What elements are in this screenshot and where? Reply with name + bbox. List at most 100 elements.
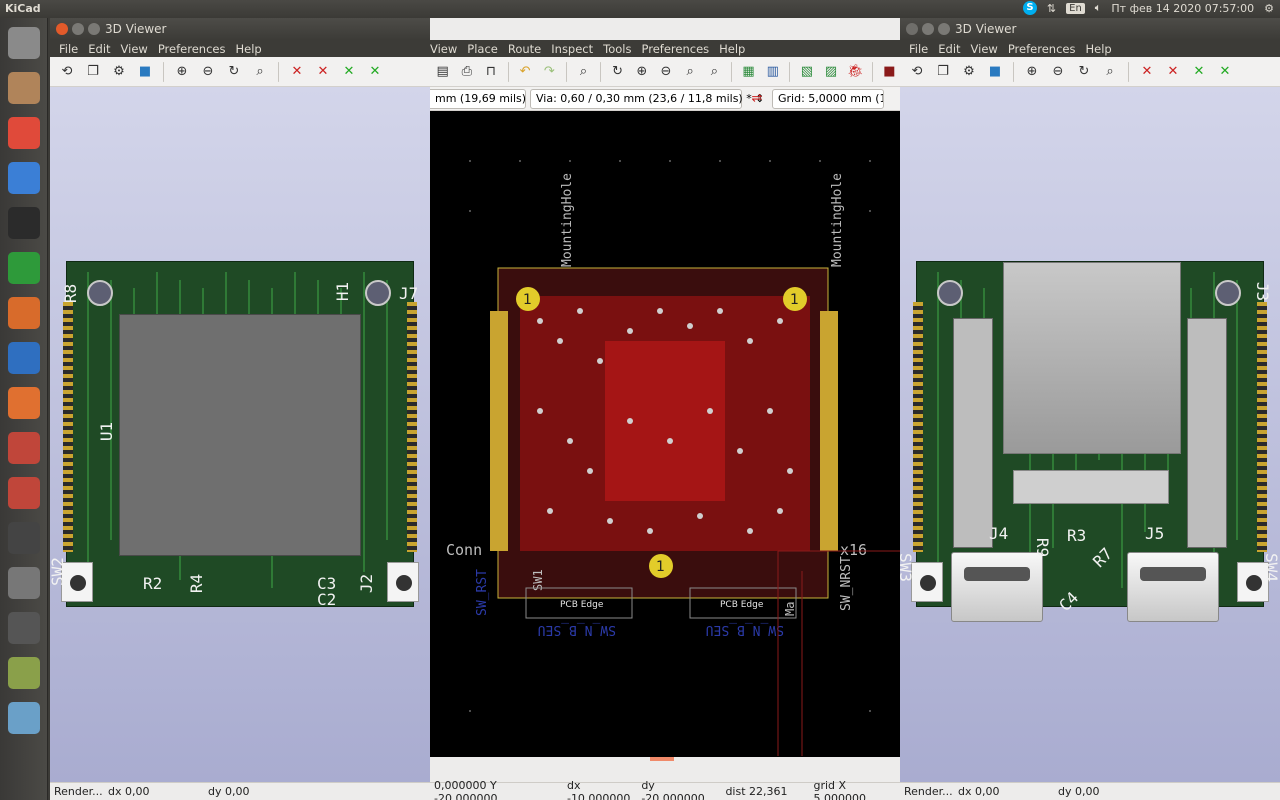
rotate-y-ccw-icon[interactable]: ✕ xyxy=(1214,61,1236,83)
menu-view[interactable]: View xyxy=(966,42,1003,56)
pcb-canvas[interactable]: 1 1 1 MountingHole MountingHole Conn x16… xyxy=(430,111,900,757)
menu-file[interactable]: File xyxy=(904,42,933,56)
launcher-item[interactable] xyxy=(4,653,44,693)
launcher-item[interactable] xyxy=(4,23,44,63)
launcher-item[interactable] xyxy=(4,113,44,153)
auto-track-width-icon[interactable]: ⇌ xyxy=(746,88,768,110)
dy-readout: dy 0,00 xyxy=(1058,785,1100,798)
rotate-y-cw-icon[interactable]: ✕ xyxy=(1188,61,1210,83)
via-size-combo[interactable]: Via: 0,60 / 0,30 mm (23,6 / 11,8 mils) *… xyxy=(530,88,764,109)
page-settings-icon[interactable]: ▤ xyxy=(432,61,453,83)
clock[interactable]: Пт фев 14 2020 07:57:00 xyxy=(1111,2,1254,15)
scroll-thumb[interactable] xyxy=(650,757,674,761)
copper-trace xyxy=(363,272,365,572)
keyboard-layout-indicator[interactable]: En xyxy=(1066,2,1085,14)
menu-help[interactable]: Help xyxy=(1080,42,1116,56)
menu-tools[interactable]: Tools xyxy=(598,42,636,56)
print-icon[interactable]: ⎙ xyxy=(456,61,477,83)
launcher-item[interactable] xyxy=(4,248,44,288)
menu-place[interactable]: Place xyxy=(462,42,503,56)
rotate-y-cw-icon[interactable]: ✕ xyxy=(338,61,360,83)
grid-combo[interactable]: Grid: 5,0000 mm (196 xyxy=(772,88,884,109)
launcher-item[interactable] xyxy=(4,383,44,423)
window-close-icon[interactable] xyxy=(56,23,68,35)
menu-inspect[interactable]: Inspect xyxy=(546,42,598,56)
redo-icon[interactable]: ↷ xyxy=(539,61,560,83)
launcher-item[interactable] xyxy=(4,428,44,468)
zoom-redraw-icon[interactable]: ↻ xyxy=(1073,61,1095,83)
menu-help[interactable]: Help xyxy=(714,42,750,56)
reload-board-icon[interactable]: ⟲ xyxy=(56,61,78,83)
undo-icon[interactable]: ↶ xyxy=(515,61,536,83)
zoom-in-icon[interactable]: ⊕ xyxy=(171,61,193,83)
scripting-console-icon[interactable]: ■ xyxy=(879,61,900,83)
zoom-in-icon[interactable]: ⊕ xyxy=(1021,61,1043,83)
raytracing-icon[interactable]: ■ xyxy=(134,61,156,83)
menu-preferences[interactable]: Preferences xyxy=(153,42,231,56)
window-minimize-icon[interactable] xyxy=(72,23,84,35)
copy-image-icon[interactable]: ❐ xyxy=(932,61,954,83)
network-icon[interactable]: ⇅ xyxy=(1047,2,1056,15)
menu-help[interactable]: Help xyxy=(230,42,266,56)
settings-icon[interactable]: ⚙ xyxy=(958,61,980,83)
launcher-item[interactable] xyxy=(4,68,44,108)
zoom-redraw-icon[interactable]: ↻ xyxy=(607,61,628,83)
menu-edit[interactable]: Edit xyxy=(83,42,115,56)
zoom-out-icon[interactable]: ⊖ xyxy=(655,61,676,83)
menu-file[interactable]: File xyxy=(54,42,83,56)
copy-image-icon[interactable]: ❐ xyxy=(82,61,104,83)
menu-edit[interactable]: Edit xyxy=(933,42,965,56)
launcher-item[interactable] xyxy=(4,293,44,333)
menu-view[interactable]: View xyxy=(430,42,462,56)
window-close-icon[interactable] xyxy=(906,23,918,35)
launcher-item[interactable] xyxy=(4,518,44,558)
rotate-x-ccw-icon[interactable]: ✕ xyxy=(1162,61,1184,83)
menu-preferences[interactable]: Preferences xyxy=(637,42,715,56)
toolbar-separator xyxy=(507,61,509,82)
rotate-x-ccw-icon[interactable]: ✕ xyxy=(312,61,334,83)
3d-render-canvas[interactable]: R8 H1 J7 U1 R2 R4 C3 C2 J2 SW1 SW2 xyxy=(50,87,430,782)
zoom-out-icon[interactable]: ⊖ xyxy=(1047,61,1069,83)
drc-icon[interactable]: 🐞︎ xyxy=(845,61,866,83)
zoom-redraw-icon[interactable]: ↻ xyxy=(223,61,245,83)
footprint-browser-icon[interactable]: ▥ xyxy=(762,61,783,83)
update-pcb-icon[interactable]: ▨ xyxy=(820,61,841,83)
zoom-selection-icon[interactable]: ⌕ xyxy=(704,61,725,83)
window-maximize-icon[interactable] xyxy=(938,23,950,35)
rotate-y-ccw-icon[interactable]: ✕ xyxy=(364,61,386,83)
footprint-editor-icon[interactable]: ▦ xyxy=(738,61,759,83)
launcher-item[interactable] xyxy=(4,158,44,198)
reload-board-icon[interactable]: ⟲ xyxy=(906,61,928,83)
settings-icon[interactable]: ⚙ xyxy=(108,61,130,83)
launcher-item[interactable] xyxy=(4,203,44,243)
netlist-icon[interactable]: ▧ xyxy=(796,61,817,83)
menu-route[interactable]: Route xyxy=(503,42,546,56)
menu-preferences[interactable]: Preferences xyxy=(1003,42,1081,56)
launcher-item[interactable] xyxy=(4,338,44,378)
launcher-item[interactable] xyxy=(4,698,44,738)
launcher-item[interactable] xyxy=(4,473,44,513)
silkscreen-label: C4 xyxy=(1055,587,1083,616)
3d-render-canvas[interactable]: J4 R9 R3 R7 J5 C4 J3 SW3 SW4 xyxy=(900,87,1280,782)
window-maximize-icon[interactable] xyxy=(88,23,100,35)
track-width-combo[interactable]: mm (19,69 mils) ⇕ xyxy=(430,88,539,109)
rotate-x-cw-icon[interactable]: ✕ xyxy=(1136,61,1158,83)
launcher-item[interactable] xyxy=(4,608,44,648)
zoom-in-icon[interactable]: ⊕ xyxy=(631,61,652,83)
zoom-fit-icon[interactable]: ⌕ xyxy=(249,61,271,83)
launcher-item[interactable] xyxy=(4,563,44,603)
skype-icon[interactable]: S xyxy=(1022,1,1037,15)
zoom-fit-icon[interactable]: ⌕ xyxy=(1099,61,1121,83)
find-icon[interactable]: ⌕ xyxy=(573,61,594,83)
volume-icon[interactable]: 🔈︎ xyxy=(1095,1,1102,15)
window-minimize-icon[interactable] xyxy=(922,23,934,35)
menu-view[interactable]: View xyxy=(116,42,153,56)
rotate-x-cw-icon[interactable]: ✕ xyxy=(286,61,308,83)
raytracing-icon[interactable]: ■ xyxy=(984,61,1006,83)
zoom-fit-icon[interactable]: ⌕ xyxy=(680,61,701,83)
window-titlebar[interactable]: 3D Viewer xyxy=(50,18,430,40)
zoom-out-icon[interactable]: ⊖ xyxy=(197,61,219,83)
session-gear-icon[interactable]: ⚙ xyxy=(1264,2,1274,15)
window-titlebar[interactable]: 3D Viewer xyxy=(900,18,1280,40)
plot-icon[interactable]: ⊓ xyxy=(480,61,501,83)
